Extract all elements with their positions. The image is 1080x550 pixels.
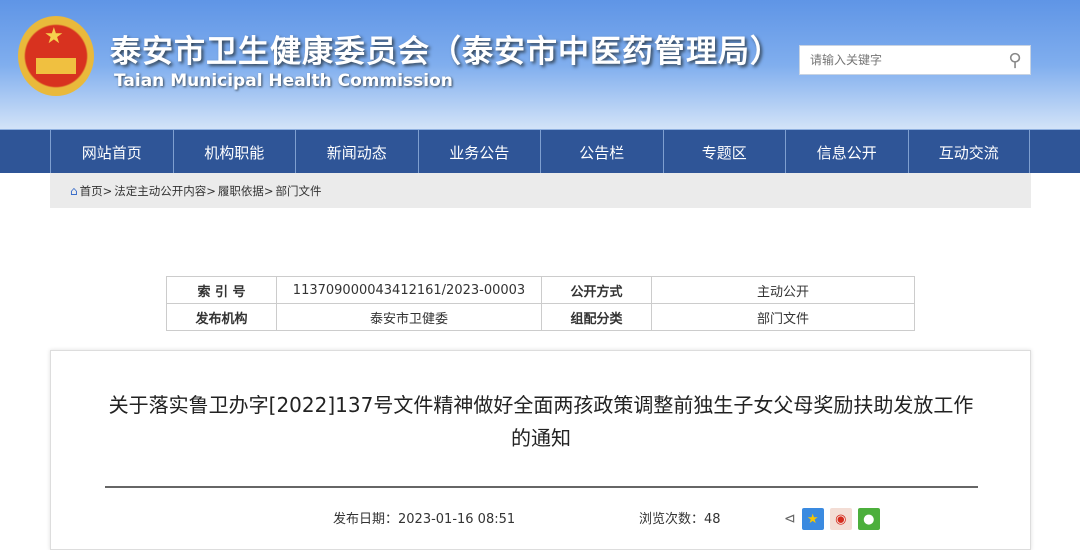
search-icon[interactable]: ⚲ (1000, 50, 1030, 71)
nav-info-disclosure[interactable]: 信息公开 (785, 130, 908, 174)
document-meta-table: 索 引 号 113709000043412161/2023-00003 公开方式… (166, 276, 915, 331)
nav-functions[interactable]: 机构职能 (172, 130, 296, 174)
title-divider (105, 486, 978, 488)
nav-interaction[interactable]: 互动交流 (907, 130, 1030, 174)
site-title: 泰安市卫生健康委员会（泰安市中医药管理局） (110, 34, 782, 70)
weibo-share-icon[interactable]: ◉ (829, 508, 852, 530)
search-box: ⚲ (799, 45, 1031, 75)
publish-date: 发布日期：2023-01-16 08:51 (333, 512, 516, 527)
publisher-label: 发布机构 (166, 303, 277, 331)
national-emblem-logo: ★ (18, 16, 94, 96)
share-icon: ⊲ (784, 511, 796, 527)
main-nav: 网站首页 机构职能 新闻动态 业务公告 公告栏 专题区 信息公开 互动交流 (0, 129, 1080, 174)
nav-news[interactable]: 新闻动态 (295, 130, 418, 174)
breadcrumb-dept-docs[interactable]: 部门文件 (276, 183, 322, 199)
publisher-value: 泰安市卫健委 (276, 303, 542, 331)
nav-home[interactable]: 网站首页 (50, 130, 173, 174)
qzone-share-icon[interactable]: ★ (801, 508, 824, 530)
nav-business-notices[interactable]: 业务公告 (417, 130, 541, 174)
wechat-share-icon[interactable]: ● (857, 508, 880, 530)
category-label: 组配分类 (541, 303, 652, 331)
open-mode-label: 公开方式 (541, 276, 652, 304)
category-value: 部门文件 (651, 303, 915, 331)
nav-topics[interactable]: 专题区 (662, 130, 786, 174)
breadcrumb-home[interactable]: 首页> (80, 183, 113, 199)
home-icon: ⌂ (70, 183, 78, 198)
nav-bulletin[interactable]: 公告栏 (540, 130, 663, 174)
index-value: 113709000043412161/2023-00003 (276, 276, 542, 304)
search-input[interactable] (800, 53, 1000, 67)
breadcrumb-legal[interactable]: 法定主动公开内容> (114, 183, 216, 199)
article-title: 关于落实鲁卫办字[2022]137号文件精神做好全面两孩政策调整前独生子女父母奖… (108, 393, 974, 450)
breadcrumb-duties[interactable]: 履职依据> (218, 183, 274, 199)
breadcrumb: ⌂ 首页> 法定主动公开内容> 履职依据> 部门文件 (50, 173, 1031, 208)
open-mode-value: 主动公开 (651, 276, 915, 304)
site-header: ★ 泰安市卫生健康委员会（泰安市中医药管理局） Taian Municipal … (0, 0, 1080, 130)
article-panel: 关于落实鲁卫办字[2022]137号文件精神做好全面两孩政策调整前独生子女父母奖… (50, 350, 1031, 550)
share-bar: ⊲ ★ ◉ ● (784, 508, 880, 530)
view-count: 浏览次数：48 (639, 512, 721, 527)
site-subtitle: Taian Municipal Health Commission (114, 71, 453, 91)
index-label: 索 引 号 (166, 276, 277, 304)
